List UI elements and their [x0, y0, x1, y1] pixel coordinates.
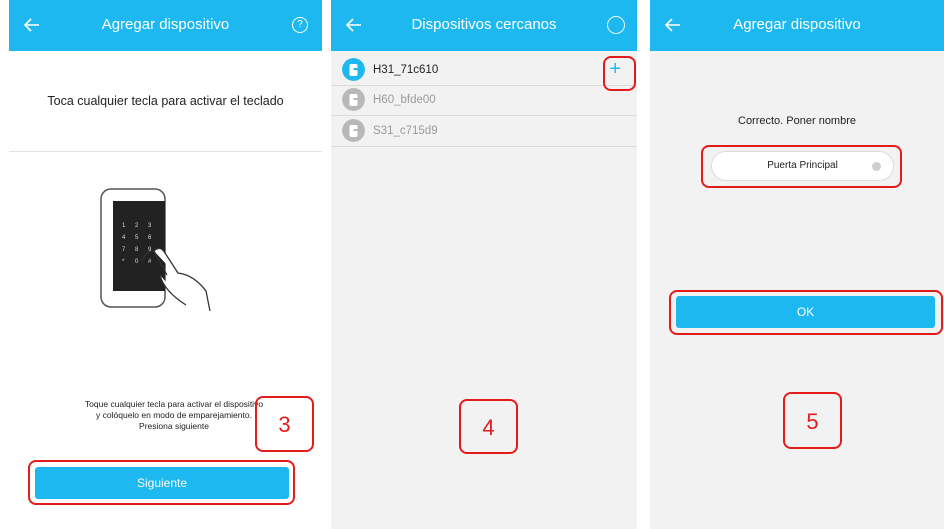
help-icon[interactable]: ?: [292, 17, 308, 33]
device-row[interactable]: H60_bfde00: [331, 86, 637, 116]
step-number-3: 3: [255, 396, 314, 452]
lock-device-icon: [342, 88, 365, 111]
add-highlight: [603, 56, 636, 91]
lock-device-icon: [342, 58, 365, 81]
clear-input-icon[interactable]: [872, 162, 881, 171]
device-name-field[interactable]: Puerta Principal: [711, 151, 894, 181]
device-name-value: Puerta Principal: [767, 160, 838, 171]
page-title: Agregar dispositivo: [733, 16, 861, 33]
prompt-card: Toca cualquier tecla para activar el tec…: [9, 51, 322, 152]
device-name: H60_bfde00: [373, 94, 436, 106]
screen-nearby-devices: Dispositivos cercanos H31_71c610 + H60_b…: [331, 0, 637, 529]
screen-add-device-2: Agregar dispositivo Correcto. Poner nomb…: [650, 0, 944, 529]
device-name: H31_71c610: [373, 64, 439, 76]
step-number-4: 4: [459, 399, 518, 454]
screen-add-device-1: Agregar dispositivo ? Toca cualquier tec…: [9, 0, 322, 529]
device-name: S31_c715d9: [373, 125, 438, 137]
activate-keypad-prompt: Toca cualquier tecla para activar el tec…: [47, 94, 284, 108]
page-title: Dispositivos cercanos: [411, 16, 557, 33]
loading-spinner-icon: [607, 16, 625, 34]
ok-button[interactable]: OK: [676, 296, 935, 328]
lock-device-icon: [342, 119, 365, 142]
top-bar: Dispositivos cercanos: [331, 0, 637, 51]
keypad-hand-illustration: 1 2 34 5 67 8 9* 0 #: [100, 188, 211, 312]
next-button[interactable]: Siguiente: [35, 467, 289, 499]
success-prompt: Correcto. Poner nombre: [738, 115, 856, 127]
device-row[interactable]: H31_71c610 +: [331, 56, 637, 86]
device-row[interactable]: S31_c715d9: [331, 117, 637, 147]
top-bar: Agregar dispositivo: [650, 0, 944, 51]
top-bar: Agregar dispositivo ?: [9, 0, 322, 51]
step-number-5: 5: [783, 392, 842, 449]
page-title: Agregar dispositivo: [101, 16, 230, 33]
